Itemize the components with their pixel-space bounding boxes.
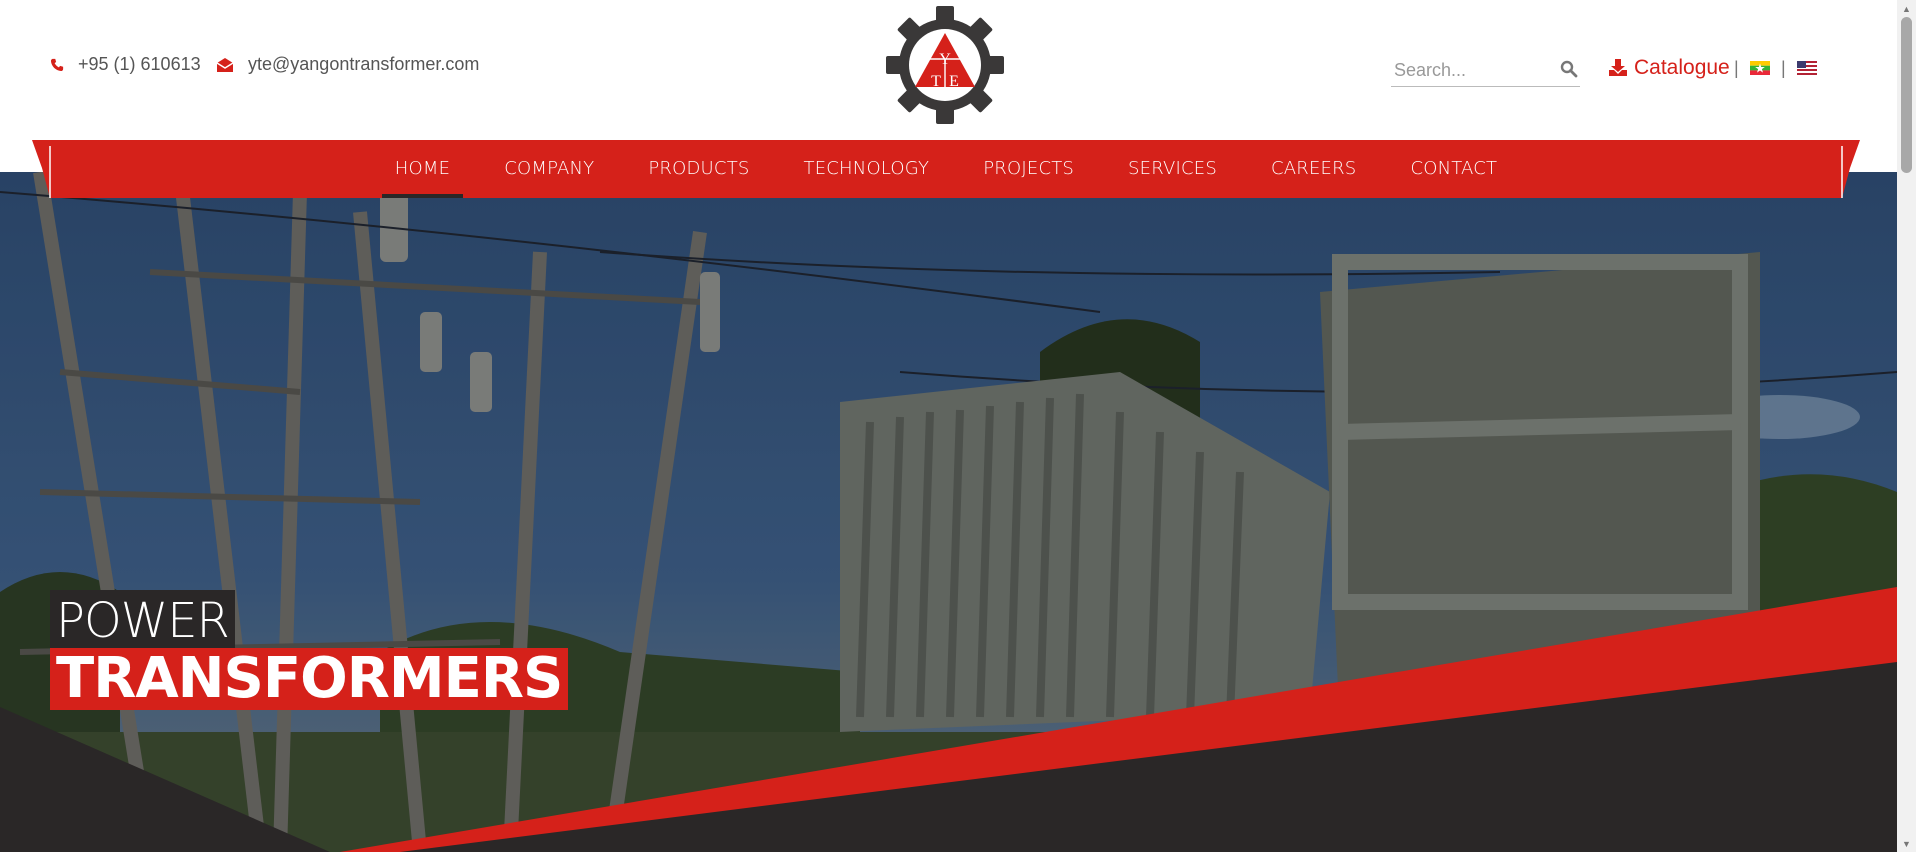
scroll-down-arrow-icon[interactable]: ▼ [1897, 835, 1916, 852]
hero-image [0, 172, 1897, 852]
email-contact[interactable]: yte@yangontransformer.com [216, 54, 479, 75]
company-logo[interactable]: Y T E [886, 6, 1004, 124]
hero-title-line2: TRANSFORMERS [50, 648, 569, 710]
search-box [1391, 54, 1580, 87]
catalogue-label: Catalogue [1634, 56, 1730, 79]
myanmar-flag-icon[interactable] [1750, 61, 1770, 75]
nav-item-contact[interactable]: CONTACT [1383, 140, 1524, 198]
hero-headline: POWER TRANSFORMERS [50, 590, 569, 710]
nav-item-company[interactable]: COMPANY [477, 140, 621, 198]
phone-number: +95 (1) 610613 [78, 54, 201, 74]
download-icon [1609, 59, 1627, 76]
top-header: +95 (1) 610613 yte@yangontransformer.com [0, 0, 1897, 140]
scroll-up-arrow-icon[interactable]: ▲ [1897, 0, 1916, 17]
us-flag-icon[interactable] [1797, 61, 1817, 75]
nav-menu: HOME COMPANY PRODUCTS TECHNOLOGY PROJECTS SER… [32, 140, 1860, 198]
hero-banner: POWER TRANSFORMERS [0, 172, 1897, 852]
nav-item-careers[interactable]: CAREERS [1244, 140, 1383, 198]
search-input[interactable] [1391, 59, 1554, 81]
phone-icon [50, 58, 64, 71]
scrollbar-thumb[interactable] [1901, 17, 1912, 173]
nav-item-technology[interactable]: TECHNOLOGY [777, 140, 957, 198]
separator: | [1734, 58, 1739, 78]
catalogue-download-link[interactable]: Catalogue [1608, 56, 1730, 80]
main-navigation: HOME COMPANY PRODUCTS TECHNOLOGY PROJECTS SER… [32, 140, 1860, 198]
nav-item-home[interactable]: HOME [368, 140, 477, 198]
logo-letter-e: E [949, 73, 959, 90]
email-address: yte@yangontransformer.com [248, 54, 480, 74]
hero-title-line1: POWER [50, 590, 235, 648]
logo-letter-t: T [931, 73, 941, 90]
page-scrollbar[interactable]: ▲ ▼ [1897, 0, 1916, 852]
logo-letter-y: Y [939, 51, 951, 68]
nav-item-services[interactable]: SERVICES [1101, 140, 1244, 198]
nav-item-projects[interactable]: PROJECTS [956, 140, 1101, 198]
envelope-icon [216, 57, 234, 72]
phone-contact[interactable]: +95 (1) 610613 [50, 54, 201, 75]
separator: | [1781, 58, 1786, 78]
search-icon[interactable] [1560, 60, 1578, 78]
nav-item-products[interactable]: PRODUCTS [621, 140, 776, 198]
